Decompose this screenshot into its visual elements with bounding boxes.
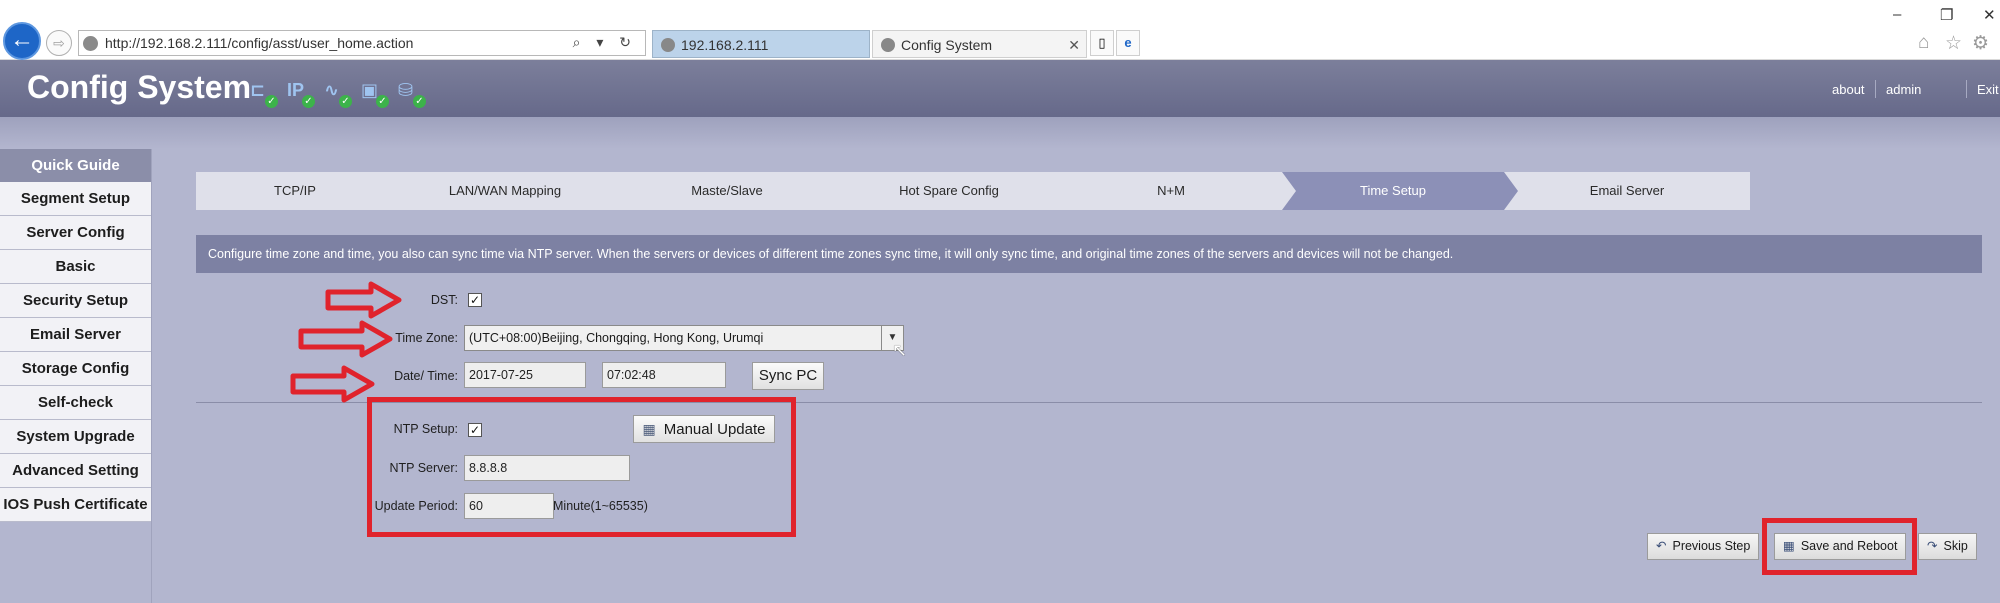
- address-url: http://192.168.2.111/config/asst/user_ho…: [105, 35, 414, 51]
- step-separator: [394, 172, 408, 210]
- address-tools-icons[interactable]: ⌕ ▾ ↻: [573, 34, 637, 51]
- timezone-value: (UTC+08:00)Beijing, Chongqing, Hong Kong…: [469, 331, 764, 345]
- check-badge-icon: ✓: [265, 95, 278, 108]
- annotation-arrow-dst-icon: [325, 281, 402, 319]
- network-icon[interactable]: ⊏ ✓: [250, 80, 278, 108]
- check-badge-icon: ✓: [376, 95, 389, 108]
- ie-logo-icon[interactable]: e: [1116, 30, 1140, 56]
- monitor-icon[interactable]: ▣ ✓: [361, 80, 389, 108]
- timezone-select[interactable]: (UTC+08:00)Beijing, Chongqing, Hong Kong…: [464, 325, 904, 351]
- forward-button[interactable]: ⇨: [46, 30, 72, 56]
- previous-step-button[interactable]: ↶ Previous Step: [1647, 533, 1760, 560]
- step-lan-wan-mapping[interactable]: LAN/WAN Mapping: [394, 172, 616, 210]
- settings-gear-icon[interactable]: ⚙: [1972, 32, 1989, 55]
- time-input[interactable]: 07:02:48: [602, 362, 726, 388]
- back-arrow-icon: ←: [10, 26, 34, 53]
- restore-icon[interactable]: ❐: [1940, 6, 1953, 24]
- previous-step-label: Previous Step: [1672, 539, 1751, 553]
- site-favicon-icon: [83, 36, 98, 51]
- sidebar-item-segment-setup[interactable]: Segment Setup: [0, 182, 151, 216]
- tab-favicon-icon: [881, 38, 895, 52]
- header-divider: [1875, 80, 1876, 98]
- sidebar-item-advanced-setting[interactable]: Advanced Setting: [0, 454, 151, 488]
- minimize-icon[interactable]: –: [1893, 6, 1901, 23]
- forward-arrow-icon: ⇨: [53, 35, 65, 51]
- exit-link[interactable]: Exit: [1977, 82, 1999, 97]
- check-badge-icon: ✓: [339, 95, 352, 108]
- sidebar-item-email-server[interactable]: Email Server: [0, 318, 151, 352]
- datetime-label: Date/ Time:: [394, 369, 458, 383]
- sidebar-item-server-config[interactable]: Server Config: [0, 216, 151, 250]
- dst-checkbox[interactable]: ✓: [468, 293, 482, 307]
- step-email-server[interactable]: Email Server: [1504, 172, 1750, 210]
- sidebar-header-quick-guide[interactable]: Quick Guide: [0, 149, 151, 182]
- skip-button[interactable]: ↷ Skip: [1918, 533, 1977, 560]
- sidebar-item-ios-push-certificate[interactable]: IOS Push Certificate: [0, 488, 151, 522]
- new-tab-icon[interactable]: ▯: [1090, 30, 1114, 56]
- home-icon[interactable]: ⌂: [1918, 32, 1929, 54]
- favorites-star-icon[interactable]: ☆: [1945, 32, 1962, 55]
- browser-toolbar: ← ⇨ http://192.168.2.111/config/asst/use…: [0, 0, 2000, 60]
- annotation-arrow-timezone-icon: [298, 320, 393, 358]
- step-time-setup[interactable]: Time Setup: [1282, 172, 1504, 210]
- wave-icon[interactable]: ∿ ✓: [324, 80, 352, 108]
- step-separator: [1060, 172, 1074, 210]
- about-link[interactable]: about: [1832, 82, 1865, 97]
- annotation-box-ntp: [367, 397, 796, 537]
- address-bar[interactable]: http://192.168.2.111/config/asst/user_ho…: [78, 30, 646, 56]
- step-separator: [838, 172, 852, 210]
- storage-icon[interactable]: ⛁ ✓: [398, 80, 426, 108]
- sidebar-item-self-check[interactable]: Self-check: [0, 386, 151, 420]
- sidebar: Quick Guide Segment Setup Server Config …: [0, 149, 152, 603]
- undo-arrow-icon: ↶: [1656, 539, 1667, 553]
- save-and-reboot-label: Save and Reboot: [1800, 539, 1898, 553]
- tab-close-icon[interactable]: ✕: [1068, 31, 1080, 59]
- step-separator: [616, 172, 630, 210]
- dst-label: DST:: [430, 293, 458, 307]
- step-separator: [1282, 172, 1296, 210]
- back-button[interactable]: ←: [3, 22, 41, 60]
- browser-tab-config-system[interactable]: Config System ✕: [872, 30, 1087, 58]
- check-badge-icon: ✓: [302, 95, 315, 108]
- ip-icon[interactable]: IP ✓: [287, 80, 315, 108]
- tab-favicon-icon: [661, 38, 675, 52]
- header-sub-band: [0, 117, 2000, 149]
- sidebar-item-basic[interactable]: Basic: [0, 250, 151, 284]
- step-hot-spare-config[interactable]: Hot Spare Config: [838, 172, 1060, 210]
- step-tcp-ip[interactable]: TCP/IP: [196, 172, 394, 210]
- app-title: Config System: [27, 69, 252, 105]
- skip-label: Skip: [1943, 539, 1968, 553]
- sync-pc-button[interactable]: Sync PC: [752, 362, 824, 390]
- info-banner: Configure time zone and time, you also c…: [196, 235, 1982, 273]
- sidebar-item-system-upgrade[interactable]: System Upgrade: [0, 420, 151, 454]
- step-master-slave[interactable]: Maste/Slave: [616, 172, 838, 210]
- sidebar-item-storage-config[interactable]: Storage Config: [0, 352, 151, 386]
- date-input[interactable]: 2017-07-25: [464, 362, 586, 388]
- step-n-plus-m[interactable]: N+M: [1060, 172, 1282, 210]
- save-and-reboot-button[interactable]: ▦ Save and Reboot: [1774, 533, 1907, 560]
- close-window-icon[interactable]: ✕: [1983, 6, 1996, 24]
- check-badge-icon: ✓: [413, 95, 426, 108]
- sidebar-item-security-setup[interactable]: Security Setup: [0, 284, 151, 318]
- browser-tab-ip[interactable]: 192.168.2.111: [652, 30, 870, 58]
- mouse-cursor-icon: ↖: [892, 340, 908, 360]
- step-separator: [1504, 172, 1518, 210]
- redo-arrow-icon: ↷: [1927, 539, 1938, 553]
- calendar-icon: ▦: [1783, 539, 1795, 553]
- admin-link[interactable]: admin: [1886, 82, 1921, 97]
- header-divider: [1966, 80, 1967, 98]
- tab-label: 192.168.2.111: [681, 37, 769, 53]
- app-header: Config System ⊏ ✓ IP ✓ ∿ ✓ ▣ ✓ ⛁ ✓ about admi…: [0, 60, 2000, 117]
- annotation-arrow-datetime-icon: [290, 365, 375, 403]
- tab-label: Config System: [901, 37, 993, 53]
